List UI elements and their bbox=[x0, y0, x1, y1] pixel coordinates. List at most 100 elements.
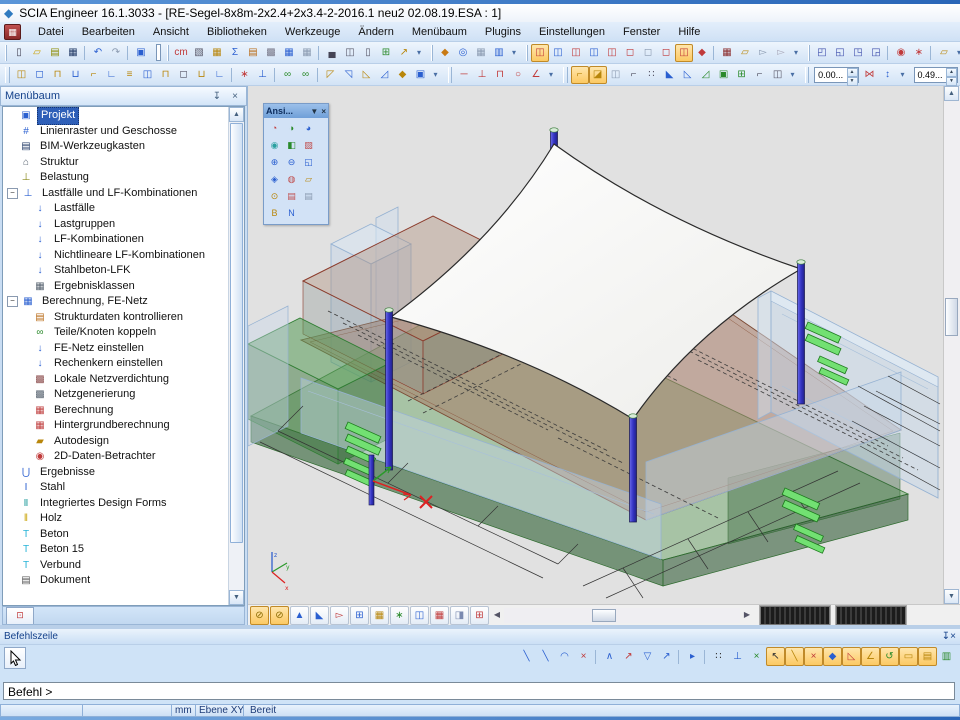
arbitrary-beam-icon[interactable]: ∟ bbox=[103, 66, 121, 84]
menu-item-plugins[interactable]: Plugins bbox=[476, 24, 530, 40]
tree-scrollbar-thumb[interactable] bbox=[230, 123, 243, 543]
close-icon[interactable]: × bbox=[321, 107, 326, 116]
overflow-icon[interactable]: ▾ bbox=[787, 66, 799, 84]
overflow-icon[interactable]: ▾ bbox=[508, 44, 520, 62]
volume-mode-icon[interactable]: ▲ bbox=[290, 606, 309, 625]
overflow-icon[interactable]: ▾ bbox=[790, 44, 802, 62]
scroll-up-icon[interactable]: ▲ bbox=[944, 86, 959, 101]
tree-item-rechenkern-einstellen[interactable]: ↓Rechenkern einstellen bbox=[3, 356, 228, 372]
step-field[interactable]: 0.00... ▲▼ bbox=[814, 67, 858, 83]
tree-item-berechnung[interactable]: ▦Berechnung bbox=[3, 403, 228, 419]
spin-up-icon[interactable]: ▲ bbox=[847, 68, 858, 77]
zoom-all-icon[interactable]: ◈ bbox=[267, 172, 282, 187]
select-cursor-button[interactable] bbox=[4, 647, 26, 669]
load-case-1-icon[interactable]: ◫ bbox=[531, 44, 549, 62]
toolbar-grip[interactable] bbox=[5, 45, 7, 61]
spin-down-icon[interactable]: ▼ bbox=[946, 77, 957, 86]
polyline-icon[interactable]: ⊥ bbox=[473, 66, 491, 84]
rotate-icon[interactable]: ◹ bbox=[340, 66, 358, 84]
colors-display-icon[interactable]: ▦ bbox=[430, 606, 449, 625]
surface-load-icon[interactable]: ◫ bbox=[675, 44, 693, 62]
load-combination-icon[interactable]: ◫ bbox=[585, 44, 603, 62]
menu-tree-tab[interactable]: ⊡ bbox=[6, 607, 34, 624]
shell-icon[interactable]: ⊓ bbox=[157, 66, 175, 84]
snap-angle-icon[interactable]: ∠ bbox=[861, 647, 880, 666]
mesh-display-icon[interactable]: ∗ bbox=[390, 606, 409, 625]
swap-attributes-icon[interactable]: ◲ bbox=[867, 44, 885, 62]
save-esa-icon[interactable]: ▤ bbox=[46, 44, 64, 62]
vertex-up-icon[interactable]: ∧ bbox=[600, 647, 619, 666]
scale-field[interactable]: 0.49... ▲▼ bbox=[914, 67, 958, 83]
snap-surface-icon[interactable]: ◫ bbox=[769, 66, 787, 84]
project-combobox[interactable]: RE-Segel-8x8m-2x2 ▼ bbox=[156, 44, 161, 61]
perspective-angle-control[interactable] bbox=[836, 606, 906, 625]
toggle-b-icon[interactable]: B bbox=[267, 206, 282, 221]
wireframe-toggle-icon[interactable]: ⊘ bbox=[250, 606, 269, 625]
pin-icon[interactable]: ↧ bbox=[210, 91, 224, 102]
tree-item-ergebnisklassen[interactable]: ▦Ergebnisklassen bbox=[3, 279, 228, 295]
vertex-move-icon[interactable]: ↗ bbox=[619, 647, 638, 666]
tree-item-struktur[interactable]: ⌂Struktur bbox=[3, 155, 228, 171]
scroll-right-icon[interactable]: ▶ bbox=[740, 608, 754, 623]
zoom-selection-icon[interactable]: ◍ bbox=[284, 172, 299, 187]
scroll-down-icon[interactable]: ▼ bbox=[229, 590, 244, 605]
load-export-icon[interactable]: ▱ bbox=[736, 44, 754, 62]
tree-item-beton[interactable]: TBeton bbox=[3, 527, 228, 543]
command-input[interactable]: Befehl > bbox=[3, 682, 955, 700]
overflow-icon[interactable]: ▾ bbox=[897, 66, 909, 84]
point-load-icon[interactable]: ◻ bbox=[639, 44, 657, 62]
line-icon[interactable]: ─ bbox=[455, 66, 473, 84]
scale-spinner[interactable]: ▲▼ bbox=[946, 68, 957, 82]
thermal-load-icon[interactable]: ◆ bbox=[693, 44, 711, 62]
column-icon[interactable]: ⊓ bbox=[49, 66, 67, 84]
tree-item-lastfälle-und-lf-kombinationen[interactable]: −⊥Lastfälle und LF-Kombinationen bbox=[3, 186, 228, 202]
units-icon[interactable]: cm bbox=[172, 44, 190, 62]
toolbar-grip[interactable] bbox=[808, 45, 810, 61]
render-mode-icon[interactable]: ◧ bbox=[284, 138, 299, 153]
screenshot-icon[interactable]: ▤ bbox=[284, 189, 299, 204]
tree-collapse-icon[interactable]: − bbox=[7, 188, 18, 199]
menu-item-datei[interactable]: Datei bbox=[29, 24, 73, 40]
ortho-mode-icon[interactable]: ⊥ bbox=[728, 647, 747, 666]
new-project-icon[interactable]: ▯ bbox=[10, 44, 28, 62]
clipping-box-icon[interactable]: ▱ bbox=[301, 172, 316, 187]
snap-tangent-icon[interactable]: ◣ bbox=[661, 66, 679, 84]
node-table-icon[interactable]: ▦ bbox=[298, 44, 316, 62]
tree-item-stahl[interactable]: IStahl bbox=[3, 480, 228, 496]
scroll-down-icon[interactable]: ▼ bbox=[944, 589, 959, 604]
toggle-wired-icon[interactable]: N bbox=[284, 206, 299, 221]
spin-down-icon[interactable]: ▼ bbox=[847, 77, 858, 86]
statusbar-plane[interactable]: Ebene XY bbox=[196, 704, 244, 717]
snap-perpendicular-icon[interactable]: ◺ bbox=[679, 66, 697, 84]
circle-icon[interactable]: ○ bbox=[509, 66, 527, 84]
zoom-window-icon[interactable]: ◱ bbox=[301, 155, 316, 170]
tree-item-lokale-netzverdichtung[interactable]: ▩Lokale Netzverdichtung bbox=[3, 372, 228, 388]
rectangle-icon[interactable]: ⊓ bbox=[491, 66, 509, 84]
render-settings-icon[interactable]: ◨ bbox=[450, 606, 469, 625]
tree-scrollbar[interactable]: ▲ ▼ bbox=[228, 107, 244, 605]
overflow-icon[interactable]: ▾ bbox=[413, 44, 425, 62]
beam-icon[interactable]: ◻ bbox=[31, 66, 49, 84]
snap-intersection-icon[interactable]: ◫ bbox=[607, 66, 625, 84]
zoom-in-icon[interactable]: ⊕ bbox=[267, 155, 282, 170]
draw-polyline-icon[interactable]: ╲ bbox=[536, 647, 555, 666]
menu-item-ansicht[interactable]: Ansicht bbox=[144, 24, 198, 40]
save-icon[interactable]: ▦ bbox=[64, 44, 82, 62]
load-display-icon[interactable]: ▦ bbox=[718, 44, 736, 62]
cross-sections-icon[interactable]: Σ bbox=[226, 44, 244, 62]
cursor-tracking-icon[interactable]: ▸ bbox=[683, 647, 702, 666]
pair-nodes-2-icon[interactable]: ∞ bbox=[297, 66, 315, 84]
view-y-icon[interactable]: ◑ bbox=[284, 121, 299, 136]
scroll-left-icon[interactable]: ◀ bbox=[490, 608, 504, 623]
connect-members-icon[interactable]: ⊥ bbox=[254, 66, 272, 84]
tree-item-lastgruppen[interactable]: ↓Lastgruppen bbox=[3, 217, 228, 233]
delete-icon[interactable]: × bbox=[574, 647, 593, 666]
tree-item-hintergrundberechnung[interactable]: ▦Hintergrundberechnung bbox=[3, 418, 228, 434]
snap-angle-icon[interactable]: ⋈ bbox=[861, 66, 879, 84]
project-window-icon[interactable]: ▣ bbox=[132, 44, 150, 62]
snap-midpoint-icon[interactable]: ◪ bbox=[589, 66, 607, 84]
tree-item-dokument[interactable]: ▤Dokument bbox=[3, 573, 228, 589]
menu-item-menübaum[interactable]: Menübaum bbox=[403, 24, 476, 40]
view-palette-header[interactable]: Ansi... ▼ × bbox=[264, 104, 328, 118]
viewport-vscrollbar[interactable]: ▲ ▼ bbox=[943, 86, 960, 604]
